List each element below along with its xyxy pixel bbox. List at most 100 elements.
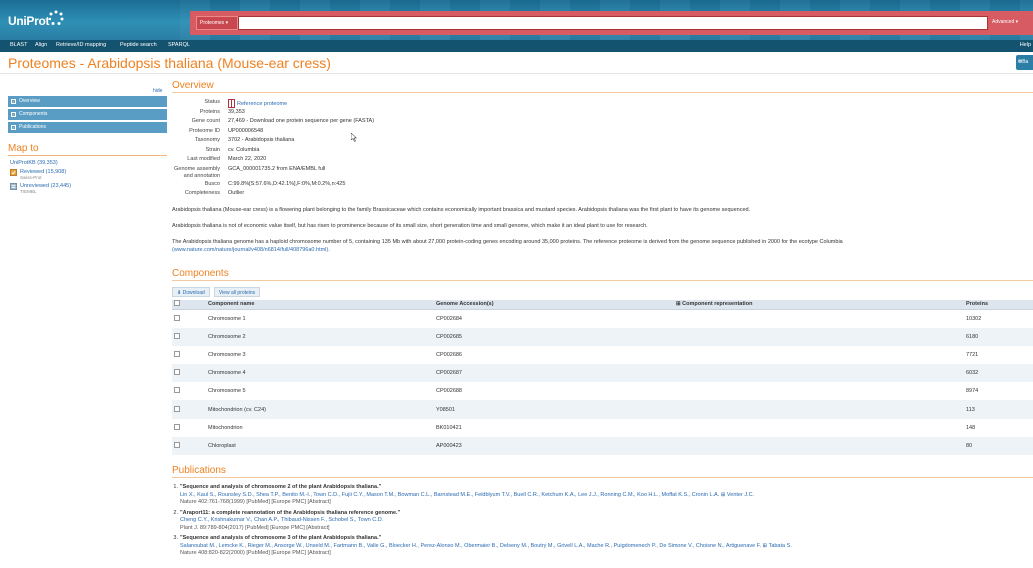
publication-journal[interactable]: Nature 402:761-768(1999) [PubMed] [Europ… — [180, 499, 754, 507]
row-checkbox[interactable] — [174, 387, 180, 394]
uniprotkb-link[interactable]: UniProtKB (39,353) — [10, 160, 58, 166]
taxonomy-value[interactable]: 3702 - Arabidopsis thaliana — [228, 137, 294, 144]
publication-authors[interactable]: Salanoubat M., Lemcke K., Rieger M., Ans… — [180, 543, 792, 551]
components-heading: Components — [172, 268, 1033, 281]
accession-link[interactable]: CP002687 — [434, 364, 674, 383]
row-checkbox[interactable] — [174, 350, 180, 357]
uniprot-logo[interactable]: UniProt — [8, 10, 64, 32]
overview-value-container: Reference proteome — [228, 99, 287, 108]
col-component-representation[interactable]: ⊞ Component representation — [674, 299, 964, 310]
proteins-value[interactable]: 39,353 — [228, 109, 245, 116]
overview-row-proteins: Proteins 39,353 — [172, 109, 1033, 119]
strain-value: cv. Columbia — [228, 146, 260, 153]
table-row: Mitochondrion (cv. C24) Y08501 113 — [172, 400, 1033, 419]
row-checkbox[interactable] — [174, 314, 180, 321]
sidebar-item-components[interactable]: ✓ Components — [8, 109, 167, 120]
nav-blast[interactable]: BLAST — [10, 42, 27, 48]
table-row: Chromosome 4 CP002687 6032 — [172, 364, 1033, 383]
overview-row-completeness: Completeness Outlier — [172, 190, 1033, 200]
sidebar-item-overview[interactable]: ✓ Overview — [8, 96, 167, 107]
proteins-link[interactable]: 80 — [964, 436, 1033, 455]
publication-journal[interactable]: Nature 408:820-822(2000) [PubMed] [Europ… — [180, 550, 792, 558]
reference-proteome-icon — [228, 99, 235, 108]
nav-peptide-search[interactable]: Peptide search — [120, 42, 157, 48]
representation-cell — [674, 419, 964, 437]
reviewed-sub: Swiss-Prot — [20, 175, 42, 180]
proteins-link[interactable]: 6032 — [964, 364, 1033, 383]
row-checkbox[interactable] — [174, 405, 180, 412]
overview-label: Genome assembly and annotation — [174, 165, 220, 179]
download-button[interactable]: ⬇ Download — [172, 286, 210, 297]
nature-link[interactable]: (www.nature.com/nature/journal/v408/n681… — [172, 247, 330, 253]
accession-link[interactable]: CP002688 — [434, 382, 674, 400]
proteins-link[interactable]: 6180 — [964, 327, 1033, 346]
proteins-link[interactable]: 8974 — [964, 382, 1033, 400]
accession-link[interactable]: CP002685 — [434, 327, 674, 346]
proteins-link[interactable]: 10302 — [964, 310, 1033, 328]
overview-row-strain: Strain cv. Columbia — [172, 147, 1033, 157]
view-all-proteins-button[interactable]: View all proteins — [213, 286, 261, 297]
proteins-link[interactable]: 113 — [964, 400, 1033, 419]
row-select-cell — [172, 364, 206, 383]
basket-button[interactable]: ⛃Ba — [1016, 55, 1033, 70]
row-checkbox[interactable] — [174, 332, 180, 339]
sidebar-item-publications[interactable]: ✓ Publications — [8, 122, 167, 133]
row-checkbox[interactable] — [174, 423, 180, 430]
col-component-name[interactable]: Component name — [206, 299, 434, 310]
hide-sidebar-link[interactable]: hide — [153, 88, 162, 94]
nav-align[interactable]: Align — [35, 42, 47, 48]
overview-label: Taxonomy — [194, 137, 220, 143]
row-select-cell — [172, 382, 206, 400]
row-select-cell — [172, 346, 206, 364]
publication-journal[interactable]: Plant J. 89:789-804(2017) [PubMed] [Euro… — [180, 525, 400, 533]
representation-cell — [674, 364, 964, 383]
unreviewed-sub: TrEMBL — [20, 189, 37, 194]
overview-label: Proteome ID — [189, 127, 220, 134]
genome-assembly-value[interactable]: GCA_000001735.2 from ENA/EMBL full — [228, 166, 325, 173]
row-checkbox[interactable] — [174, 369, 180, 376]
col-genome-accession[interactable]: Genome Accession(s) — [434, 299, 674, 310]
publications-list: 1. "Sequence and analysis of chromosome … — [172, 484, 1033, 558]
search-bar: Proteomes ▾ Advanced ▾ — [190, 11, 1033, 35]
accession-link[interactable]: CP002686 — [434, 346, 674, 364]
status-value[interactable]: Reference proteome — [237, 101, 287, 107]
overview-row-genome-assembly: Genome assembly and annotation GCA_00000… — [172, 166, 1033, 181]
component-name: Chromosome 2 — [206, 327, 434, 346]
row-checkbox[interactable] — [174, 441, 180, 448]
component-name: Chromosome 3 — [208, 351, 246, 358]
overview-heading: Overview — [172, 80, 1033, 93]
check-icon: ✓ — [11, 125, 16, 130]
accession-link[interactable]: Y08501 — [434, 400, 674, 419]
logo-dots-icon — [48, 10, 64, 25]
representation-cell — [674, 346, 964, 364]
row-select-cell — [172, 327, 206, 346]
proteins-link[interactable]: 7721 — [964, 346, 1033, 364]
nav-retrieve-id-mapping[interactable]: Retrieve/ID mapping — [56, 42, 106, 48]
description-paragraph: Arabidopsis thaliana is not of economic … — [172, 222, 648, 229]
overview-row-gene-count: Gene count 27,469 - Download one protein… — [172, 118, 1033, 128]
nav-help[interactable]: Help — [1020, 42, 1031, 48]
publication-number: 1. — [173, 484, 178, 490]
select-all-checkbox[interactable] — [174, 300, 180, 307]
accession-link[interactable]: BK010421 — [434, 419, 674, 437]
completeness-value: Outlier — [228, 190, 245, 196]
advanced-search-link[interactable]: Advanced ▾ — [992, 19, 1018, 25]
representation-cell — [674, 382, 964, 400]
proteins-link[interactable]: 148 — [964, 419, 1033, 437]
overview-row-last-modified: Last modified March 22, 2020 — [172, 156, 1033, 166]
col-proteins[interactable]: Proteins — [964, 299, 1033, 310]
description-paragraph: The Arabidopsis thaliana genome has a ha… — [172, 238, 1033, 254]
sidebar-item-label: Publications — [19, 124, 46, 130]
publication-authors[interactable]: Lin X., Kaul S., Rounsley S.D., Shea T.P… — [180, 492, 754, 500]
overview-label: Completeness — [184, 190, 220, 196]
gene-count-value[interactable]: 27,469 - Download one protein sequence p… — [228, 118, 374, 125]
nav-sparql[interactable]: SPARQL — [168, 42, 190, 48]
overview-row-busco: Busco C:99.8%[S:57.6%,D:42.1%],F:0%,M:0.… — [172, 181, 1033, 191]
search-scope-select[interactable]: Proteomes ▾ — [196, 16, 238, 30]
accession-link[interactable]: AP000423 — [434, 436, 674, 455]
publication-title: "Araport11: a complete reannotation of t… — [180, 509, 401, 516]
search-input[interactable] — [238, 16, 988, 30]
map-to-list: UniProtKB (39,353) Reviewed (15,908) Swis… — [10, 160, 160, 197]
accession-link[interactable]: CP002684 — [434, 310, 674, 328]
publication-authors[interactable]: Cheng C.Y., Krishnakumar V., Chan A.P., … — [180, 517, 400, 525]
